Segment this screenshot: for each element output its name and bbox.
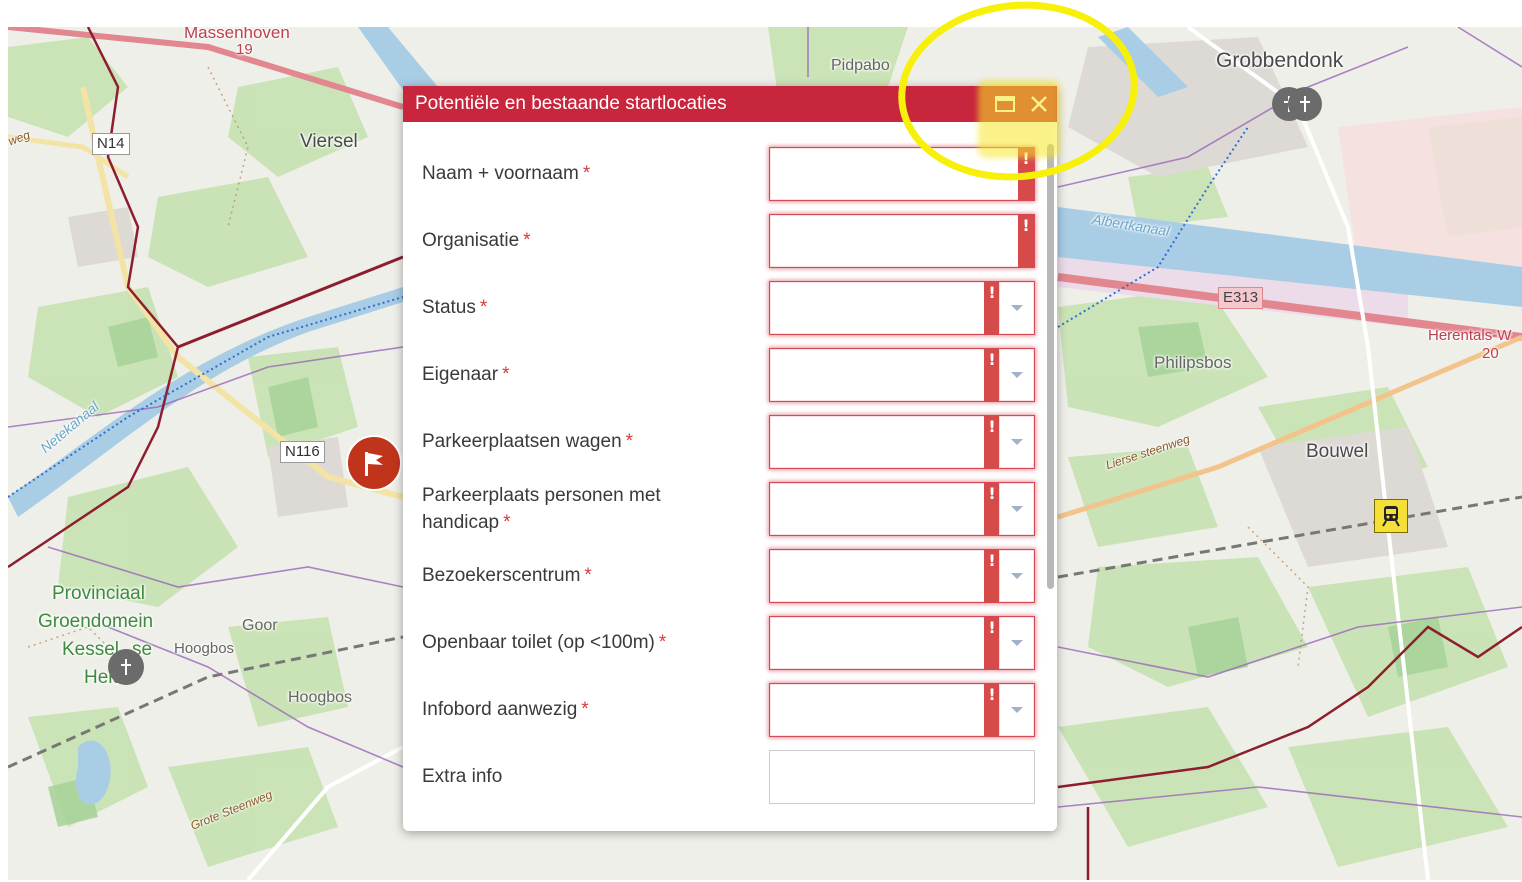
error-indicator: !	[984, 483, 1000, 535]
field-label-text: Infobord aanwezig	[422, 699, 578, 720]
map-label-herentals: Herentals-W	[1428, 327, 1512, 344]
error-indicator: !	[1018, 148, 1034, 200]
form-row-openbaar-toilet: Openbaar toilet (op <100m) * !	[403, 616, 1043, 672]
infobord-select[interactable]: !	[769, 683, 1035, 737]
chevron-down-icon[interactable]	[999, 684, 1034, 736]
parkeerplaatsen-wagen-select[interactable]: !	[769, 415, 1035, 469]
required-marker: *	[502, 364, 510, 385]
road-shield-n14: N14	[92, 133, 130, 155]
road-shield-e313: E313	[1218, 287, 1264, 309]
required-marker: *	[479, 297, 488, 318]
startlocatie-dialog: Potentiële en bestaande startlocaties Na…	[403, 86, 1057, 831]
field-label-text: Extra info	[422, 766, 503, 787]
required-marker: *	[581, 699, 589, 720]
map-label-philipsbos: Philipsbos	[1154, 353, 1232, 372]
eigenaar-select[interactable]: !	[769, 348, 1035, 402]
bezoekerscentrum-select[interactable]: !	[769, 549, 1035, 603]
field-label-status: Status *	[422, 294, 742, 321]
extra-info-input[interactable]	[769, 750, 1035, 804]
status-select[interactable]: !	[769, 281, 1035, 335]
field-label-text: Openbaar toilet (op <100m)	[422, 632, 655, 653]
dialog-form: Naam + voornaam * ! Organisatie * ! Status…	[403, 122, 1057, 831]
road-shield-n116: N116	[280, 441, 325, 463]
field-label-text: Bezoekerscentrum	[422, 565, 581, 586]
field-label-extra-info: Extra info	[422, 763, 742, 790]
error-indicator: !	[984, 684, 1000, 736]
required-marker: *	[584, 565, 592, 586]
dialog-title: Potentiële en bestaande startlocaties	[415, 93, 727, 114]
required-marker: *	[503, 512, 511, 533]
map-label-hoogbos: Hoogbos	[288, 689, 353, 706]
scrollbar-thumb[interactable]	[1047, 144, 1054, 589]
maximize-icon	[995, 96, 1015, 112]
error-indicator: !	[984, 349, 1000, 401]
chevron-down-icon[interactable]	[999, 282, 1034, 334]
form-row-status: Status * !	[403, 281, 1043, 337]
close-icon	[1031, 96, 1047, 112]
map-label-provinciaal: Provinciaal	[52, 583, 145, 604]
required-marker: *	[658, 632, 667, 653]
form-row-parkeerplaatsen-wagen: Parkeerplaatsen wagen * !	[403, 415, 1043, 471]
maximize-button[interactable]	[991, 90, 1019, 118]
parkeerplaats-handicap-select[interactable]: !	[769, 482, 1035, 536]
chevron-down-icon[interactable]	[999, 349, 1034, 401]
close-button[interactable]	[1025, 90, 1053, 118]
field-label-organisatie: Organisatie *	[422, 227, 742, 254]
field-label-eigenaar: Eigenaar *	[422, 361, 742, 388]
field-label-infobord: Infobord aanwezig *	[422, 696, 742, 723]
field-label-text: Organisatie	[422, 230, 520, 251]
field-label-parkeerplaats-handicap: Parkeerplaats personen met handicap *	[422, 482, 752, 536]
field-label-text: Eigenaar	[422, 364, 499, 385]
chevron-down-icon[interactable]	[999, 416, 1034, 468]
error-indicator: !	[1018, 215, 1034, 267]
train-station-icon[interactable]	[1374, 499, 1408, 533]
openbaar-toilet-select[interactable]: !	[769, 616, 1035, 670]
field-label-openbaar-toilet: Openbaar toilet (op <100m) *	[422, 629, 742, 656]
map-label-massenhoven-number: 19	[236, 41, 253, 58]
chevron-down-icon[interactable]	[999, 550, 1034, 602]
error-indicator: !	[984, 617, 1000, 669]
map-label-pidpa: Pidpabo	[831, 57, 890, 74]
naam-input[interactable]: !	[769, 147, 1035, 201]
map-label-viersel: Viersel	[300, 131, 358, 152]
map-label-hoogbos-small: Hoogbos	[174, 640, 235, 657]
map-label-groendomein: Groendomein	[38, 611, 154, 632]
form-row-naam: Naam + voornaam * !	[403, 147, 1043, 203]
field-label-text: Naam + voornaam	[422, 163, 579, 184]
chevron-down-icon[interactable]	[999, 617, 1034, 669]
flag-marker-icon[interactable]	[346, 435, 402, 491]
dialog-header[interactable]: Potentiële en bestaande startlocaties	[403, 86, 1057, 122]
field-label-parkeerplaatsen-wagen: Parkeerplaatsen wagen *	[422, 428, 742, 455]
chevron-down-icon[interactable]	[999, 483, 1034, 535]
form-row-bezoekerscentrum: Bezoekerscentrum * !	[403, 549, 1043, 605]
form-row-infobord: Infobord aanwezig * !	[403, 683, 1043, 739]
error-indicator: !	[984, 282, 1000, 334]
form-row-eigenaar: Eigenaar * !	[403, 348, 1043, 404]
error-indicator: !	[984, 550, 1000, 602]
map-label-herentals-number: 20	[1482, 345, 1499, 362]
form-row-parkeerplaats-handicap: Parkeerplaats personen met handicap * !	[403, 482, 1043, 538]
required-marker: *	[625, 431, 634, 452]
field-label-text: Parkeerplaatsen wagen	[422, 431, 622, 452]
map-label-grobbendonk: Grobbendonk	[1216, 49, 1344, 72]
organisatie-input[interactable]: !	[769, 214, 1035, 268]
required-marker: *	[523, 230, 531, 251]
field-label-bezoekerscentrum: Bezoekerscentrum *	[422, 562, 742, 589]
field-label-naam: Naam + voornaam *	[422, 160, 742, 187]
required-marker: *	[582, 163, 591, 184]
church-icon[interactable]	[108, 649, 144, 685]
form-row-extra-info: Extra info	[403, 750, 1043, 806]
field-label-text: Status	[422, 297, 476, 318]
error-indicator: !	[984, 416, 1000, 468]
church-icon[interactable]	[1288, 87, 1322, 121]
form-row-organisatie: Organisatie * !	[403, 214, 1043, 270]
map-label-goor: Goor	[242, 617, 278, 634]
map-label-bouwel: Bouwel	[1306, 441, 1369, 462]
field-label-text: Parkeerplaats personen met handicap	[422, 485, 661, 533]
